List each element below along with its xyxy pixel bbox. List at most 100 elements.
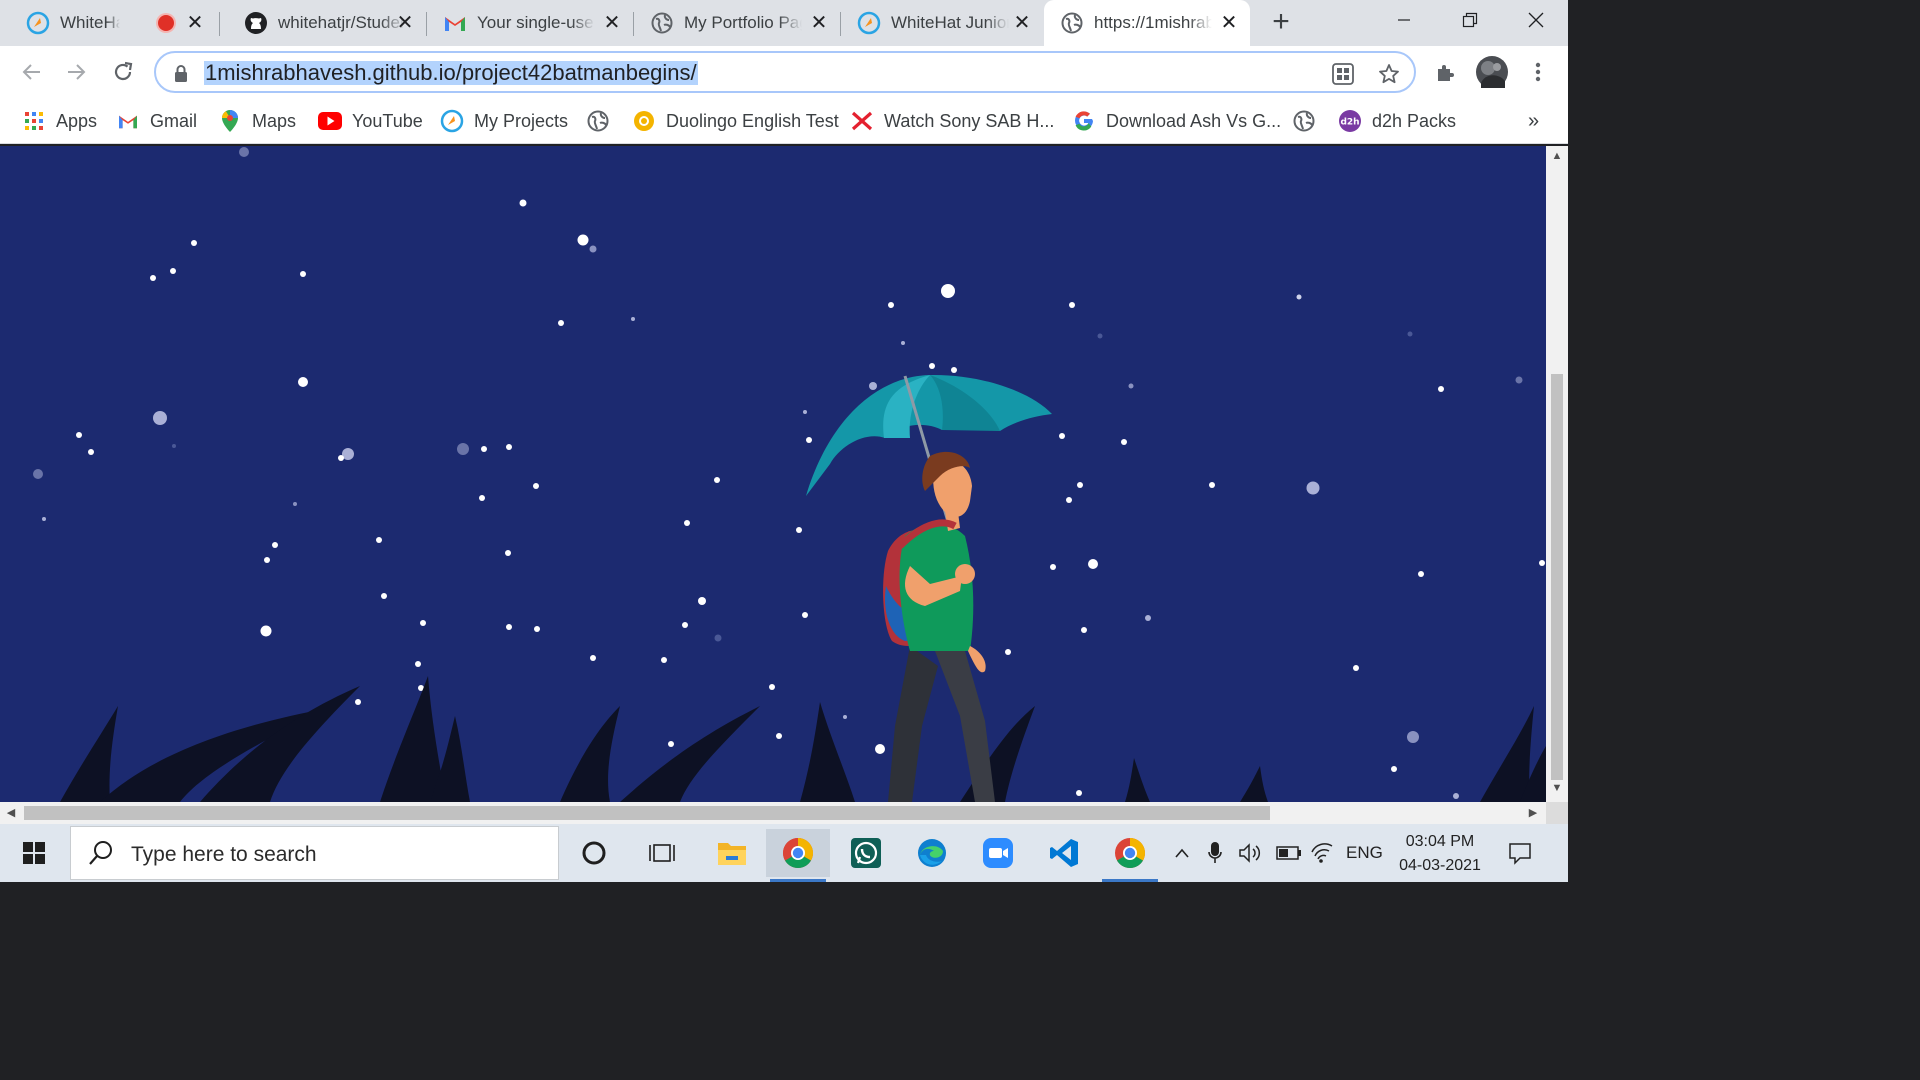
bookmark-my-projects[interactable]: My Projects	[440, 107, 568, 135]
vertical-scroll-thumb[interactable]	[1551, 374, 1563, 780]
microphone-icon[interactable]	[1208, 838, 1222, 868]
bookmark-youtube[interactable]: YouTube	[318, 107, 423, 135]
cortana-icon[interactable]	[562, 829, 626, 877]
task-view-icon[interactable]	[630, 829, 694, 877]
battery-icon[interactable]	[1276, 838, 1302, 868]
profile-avatar[interactable]	[1474, 54, 1510, 90]
taskbar-search-box[interactable]: Type here to search	[70, 826, 559, 880]
bookmark-download-ash[interactable]: Download Ash Vs G...	[1072, 107, 1281, 135]
edge-icon[interactable]	[900, 829, 964, 877]
night-scene	[33, 147, 1546, 802]
vertical-scrollbar[interactable]: ▲ ▼	[1546, 146, 1568, 802]
bookmark-sony-sab[interactable]: Watch Sony SAB H...	[850, 107, 1054, 135]
globe-icon	[1292, 109, 1316, 133]
address-bar[interactable]: 1mishrabhavesh.github.io/project42batman…	[154, 51, 1416, 93]
duolingo-icon	[632, 109, 656, 133]
close-tab-icon[interactable]: ✕	[1218, 12, 1240, 34]
system-clock[interactable]: 03:04 PM 04-03-2021	[1392, 830, 1488, 878]
chrome-taskbar-icon[interactable]	[766, 829, 830, 882]
svg-text:d2h: d2h	[1340, 118, 1359, 128]
bookmark-globe-1[interactable]	[586, 107, 620, 135]
bookmark-apps[interactable]: Apps	[22, 107, 97, 135]
wifi-icon[interactable]	[1310, 838, 1334, 868]
maps-pin-icon	[218, 109, 242, 133]
browser-toolbar: 1mishrabhavesh.github.io/project42batman…	[0, 46, 1568, 98]
minimize-icon[interactable]	[1372, 0, 1436, 40]
tab-whitehat-jr[interactable]: WhiteHat Jr ✕	[0, 0, 216, 46]
recording-icon	[158, 15, 174, 31]
bookmark-d2h[interactable]: d2h d2h Packs	[1338, 107, 1456, 135]
volume-icon[interactable]	[1238, 838, 1264, 868]
tab-title: WhiteHat Junior	[891, 13, 1009, 32]
tab-gmail[interactable]: Your single-use code ✕	[427, 0, 633, 46]
horizontal-scrollbar[interactable]: ◀ ▶	[0, 802, 1546, 824]
gmail-icon	[443, 11, 467, 35]
forward-icon[interactable]	[60, 56, 92, 88]
bookmark-star-icon[interactable]	[1376, 61, 1402, 87]
zoom-icon[interactable]	[966, 829, 1030, 877]
close-tab-icon[interactable]: ✕	[808, 12, 830, 34]
tab-portfolio[interactable]: My Portfolio Page ✕	[634, 0, 840, 46]
bookmark-maps[interactable]: Maps	[218, 107, 296, 135]
search-placeholder: Type here to search	[131, 843, 317, 866]
windows-start-icon[interactable]	[0, 824, 68, 882]
active-app-indicator	[1102, 879, 1158, 882]
bookmark-globe-2[interactable]	[1292, 107, 1326, 135]
close-window-icon[interactable]	[1504, 0, 1568, 40]
extensions-icon[interactable]	[1430, 56, 1462, 88]
tab-strip: WhiteHat Jr ✕ whitehatjr/Student ✕ Your …	[0, 0, 1568, 46]
whitehat-icon	[440, 109, 464, 133]
notification-center-icon[interactable]	[1508, 838, 1532, 868]
bookmark-duolingo[interactable]: Duolingo English Test	[632, 107, 839, 135]
scroll-down-icon[interactable]: ▼	[1550, 782, 1564, 794]
bookmark-gmail[interactable]: Gmail	[116, 107, 197, 135]
new-tab-button[interactable]: +	[1266, 7, 1296, 38]
globe-icon	[586, 109, 610, 133]
gmail-icon	[116, 109, 140, 133]
whitehat-icon	[26, 11, 50, 35]
bookmarks-bar: Apps Gmail Maps YouTube My Projects Duol…	[0, 98, 1568, 144]
show-hidden-icons-icon[interactable]	[1174, 838, 1190, 868]
chrome-taskbar-icon-2[interactable]	[1098, 829, 1162, 882]
url-text[interactable]: 1mishrabhavesh.github.io/project42batman…	[204, 61, 698, 85]
scroll-right-icon[interactable]: ▶	[1526, 806, 1540, 819]
active-app-indicator	[770, 879, 826, 882]
scroll-left-icon[interactable]: ◀	[4, 806, 18, 819]
bookmarks-overflow-button[interactable]: »	[1528, 107, 1539, 135]
close-tab-icon[interactable]: ✕	[601, 12, 623, 34]
restore-icon[interactable]	[1438, 0, 1502, 40]
close-tab-icon[interactable]: ✕	[394, 12, 416, 34]
lock-icon[interactable]	[168, 61, 194, 87]
bookmark-label: Duolingo English Test	[666, 110, 839, 131]
bookmark-label: Maps	[252, 110, 297, 131]
whatsapp-icon[interactable]	[834, 829, 898, 877]
file-explorer-icon[interactable]	[700, 829, 764, 877]
sonyliv-icon	[850, 109, 874, 133]
qr-code-icon[interactable]	[1330, 61, 1356, 87]
tab-title: whitehatjr/Student	[278, 13, 406, 32]
bookmark-label: Watch Sony SAB H...	[884, 110, 1055, 131]
scrollbar-corner	[1546, 802, 1568, 824]
apps-grid-icon	[22, 109, 46, 133]
bookmark-label: My Projects	[474, 110, 569, 131]
close-tab-icon[interactable]: ✕	[1011, 12, 1033, 34]
bookmark-label: Download Ash Vs G...	[1106, 110, 1282, 131]
bookmark-label: Apps	[56, 110, 98, 131]
back-icon[interactable]	[16, 56, 48, 88]
bookmark-label: Gmail	[150, 110, 198, 131]
reload-icon[interactable]	[107, 56, 139, 88]
bookmark-label: d2h Packs	[1372, 110, 1457, 131]
clock-time: 03:04 PM	[1405, 833, 1475, 850]
vscode-icon[interactable]	[1032, 829, 1096, 877]
tab-github[interactable]: whitehatjr/Student ✕	[220, 0, 426, 46]
tab-title: My Portfolio Page	[684, 13, 802, 32]
chrome-menu-icon[interactable]	[1522, 56, 1554, 88]
tab-active-project[interactable]: https://1mishrabhavesh ✕	[1044, 0, 1250, 46]
tab-title: https://1mishrabhavesh	[1094, 13, 1212, 32]
close-tab-icon[interactable]: ✕	[184, 12, 206, 34]
tab-title: WhiteHat Jr	[60, 13, 120, 32]
tab-whitehat-junior[interactable]: WhiteHat Junior ✕	[841, 0, 1043, 46]
horizontal-scroll-thumb[interactable]	[24, 806, 1270, 820]
scroll-up-icon[interactable]: ▲	[1550, 150, 1564, 162]
language-indicator[interactable]: ENG	[1346, 838, 1383, 868]
